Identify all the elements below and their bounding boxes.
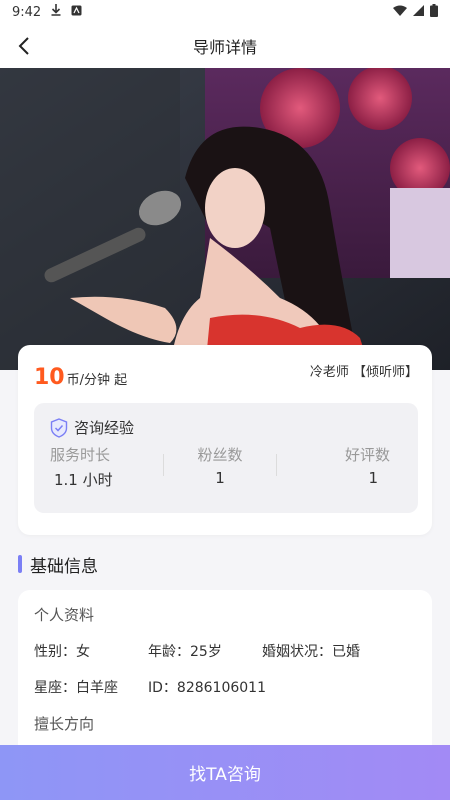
- experience-title: 咨询经验: [74, 419, 135, 437]
- stat-value: 1: [368, 469, 378, 487]
- gender: 性别：女: [34, 644, 90, 660]
- stat-label: 服务时长: [50, 446, 111, 464]
- stat-fans: 粉丝数 1: [163, 444, 277, 490]
- price-unit: 币/分钟 起: [66, 373, 128, 388]
- consult-button-label: 找TA咨询: [189, 765, 261, 785]
- status-time: 9:42: [12, 4, 42, 20]
- experience-box: 咨询经验 服务时长 1.1 小时 粉丝数 1 好评数 1: [34, 403, 418, 513]
- stat-service-hours: 服务时长 1.1 小时: [50, 444, 163, 490]
- zodiac: 星座：白羊座: [34, 680, 118, 696]
- info-row: 性别：女 年龄：25岁 婚姻状况：已婚: [34, 641, 416, 661]
- battery-icon: [430, 3, 438, 21]
- download-icon: [51, 4, 61, 20]
- expertise-title: 擅长方向: [34, 715, 95, 733]
- wifi-icon: [393, 5, 407, 20]
- profile-title: 个人资料: [34, 606, 95, 624]
- age: 年龄：25岁: [148, 644, 222, 660]
- stat-value: 1.1 小时: [54, 471, 113, 489]
- advisor-id: ID：8286106011: [148, 680, 266, 696]
- nav-bar: 导师详情: [0, 24, 450, 68]
- section-accent-bar: [18, 555, 22, 573]
- stat-value: 1: [215, 469, 225, 487]
- marital-status: 婚姻状况：已婚: [262, 644, 360, 660]
- notification-icon: [71, 5, 82, 20]
- shield-check-icon: [50, 417, 68, 438]
- stats-row: 服务时长 1.1 小时 粉丝数 1 好评数 1: [50, 444, 402, 490]
- divider: [163, 454, 165, 476]
- advisor-photo: [0, 68, 450, 370]
- experience-header: 咨询经验: [50, 417, 402, 438]
- back-button[interactable]: [10, 32, 38, 60]
- price-amount: 10: [34, 365, 65, 390]
- chevron-left-icon: [18, 37, 29, 55]
- section-title: 基础信息: [30, 556, 98, 577]
- advisor-summary-card: 10 币/分钟 起 冷老师 【倾听师】 咨询经验 服务时长 1.1 小时 粉丝数…: [18, 345, 432, 535]
- section-basic-info: 基础信息: [18, 552, 98, 577]
- price-row: 10 币/分钟 起 冷老师 【倾听师】: [34, 361, 418, 389]
- info-row: 星座：白羊座 ID：8286106011: [34, 677, 416, 697]
- teacher-name: 冷老师 【倾听师】: [309, 365, 418, 380]
- status-bar: 9:42: [0, 0, 450, 24]
- stat-good-reviews: 好评数 1: [277, 444, 402, 490]
- stat-label: 粉丝数: [197, 446, 243, 464]
- signal-icon: [413, 4, 424, 20]
- stat-label: 好评数: [344, 446, 390, 464]
- page-title: 导师详情: [192, 38, 257, 57]
- consult-button[interactable]: 找TA咨询: [0, 745, 450, 800]
